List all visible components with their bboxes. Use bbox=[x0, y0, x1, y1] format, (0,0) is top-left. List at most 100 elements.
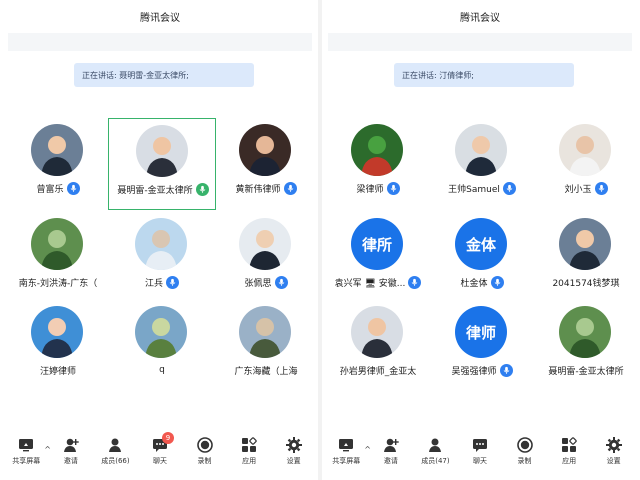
participant-name-row: 王帅Samuel bbox=[428, 180, 536, 196]
avatar bbox=[31, 306, 83, 358]
chat-label: 聊天 bbox=[152, 457, 167, 465]
chevron-up-icon[interactable]: ^ bbox=[364, 445, 371, 454]
apps-button[interactable]: 应用 bbox=[550, 432, 588, 472]
invite-label: 邀请 bbox=[383, 457, 398, 465]
participant-name-row: 2041574钱梦琪 bbox=[532, 274, 636, 290]
participant-tile[interactable]: 南东-刘洪涛-广东（ bbox=[4, 212, 112, 304]
chat-icon bbox=[471, 436, 489, 454]
participant-name-row: 黄新伟律师 bbox=[212, 180, 316, 196]
invite-label: 邀请 bbox=[63, 457, 78, 465]
avatar bbox=[559, 306, 611, 358]
chat-button[interactable]: 聊天 bbox=[461, 432, 499, 472]
record-label: 录制 bbox=[197, 457, 212, 465]
participant-name: 杜金体 bbox=[460, 278, 488, 289]
chat-button[interactable]: 聊天 9 bbox=[141, 432, 179, 472]
participant-tile[interactable]: 刘小玉 bbox=[532, 118, 636, 210]
record-button[interactable]: 录制 bbox=[506, 432, 544, 472]
settings-label: 设置 bbox=[286, 457, 301, 465]
meeting-window-right: 腾讯会议 正在讲话: 汀倩律师; 梁律师 王帅Samuel 刘小玉 律所 袁兴军 🖥 安… bbox=[324, 0, 636, 480]
participant-name: 2041574钱梦琪 bbox=[552, 278, 620, 289]
settings-label: 设置 bbox=[606, 457, 621, 465]
participant-tile[interactable]: 聂明雷-金亚太律所 bbox=[108, 118, 216, 210]
avatar bbox=[239, 124, 291, 176]
apps-button[interactable]: 应用 bbox=[230, 432, 268, 472]
participant-tile[interactable]: 律所袁兴军 🖥 安徽... bbox=[324, 212, 432, 304]
divider bbox=[318, 0, 322, 480]
participant-tile[interactable]: 曾富乐 bbox=[4, 118, 112, 210]
participant-tile[interactable]: 汪婷律师 bbox=[4, 300, 112, 392]
microphone-icon bbox=[283, 181, 297, 195]
participant-name-row: 孙岩男律师_金亚太 bbox=[324, 362, 432, 378]
settings-button[interactable]: 设置 bbox=[275, 432, 313, 472]
participant-name: 袁兴军 🖥 安徽... bbox=[334, 278, 406, 289]
participant-tile[interactable]: 梁律师 bbox=[324, 118, 432, 210]
avatar: 律师 bbox=[455, 306, 507, 358]
members-button[interactable]: 成员(66) bbox=[96, 432, 134, 472]
participant-tile[interactable]: 聂明雷-金亚太律所 bbox=[532, 300, 636, 392]
participant-name: 梁律师 bbox=[356, 184, 384, 195]
participant-tile[interactable]: 律师 吴强强律师 bbox=[428, 300, 536, 392]
share-screen-icon bbox=[17, 436, 35, 454]
chevron-up-icon[interactable]: ^ bbox=[44, 445, 51, 454]
participant-tile[interactable]: 王帅Samuel bbox=[428, 118, 536, 210]
record-icon bbox=[516, 436, 534, 454]
record-icon bbox=[196, 436, 214, 454]
members-label: 成员(47) bbox=[421, 457, 450, 465]
avatar bbox=[31, 218, 83, 270]
share-screen-button[interactable]: 共享屏幕 ^ bbox=[7, 432, 51, 472]
top-bar bbox=[8, 33, 312, 51]
avatar bbox=[559, 124, 611, 176]
participant-tile[interactable]: 江兵 bbox=[108, 212, 216, 304]
avatar: 金体 bbox=[455, 218, 507, 270]
participant-name: 江兵 bbox=[144, 278, 163, 289]
participant-name-row: q bbox=[108, 362, 216, 378]
participant-name: 聂明雷-金亚太律所 bbox=[117, 185, 193, 196]
participant-tile[interactable]: 黄新伟律师 bbox=[212, 118, 316, 210]
participant-tile[interactable]: 张佩思 bbox=[212, 212, 316, 304]
invite-button[interactable]: 邀请 bbox=[372, 432, 410, 472]
participant-name: 王帅Samuel bbox=[448, 184, 500, 195]
participant-tile[interactable]: 2041574钱梦琪 bbox=[532, 212, 636, 304]
participant-tile[interactable]: 广东海藏（上海 bbox=[212, 300, 316, 392]
members-button[interactable]: 成员(47) bbox=[416, 432, 454, 472]
top-bar bbox=[328, 33, 632, 51]
participant-name: 南东-刘洪涛-广东（ bbox=[18, 278, 98, 289]
record-button[interactable]: 录制 bbox=[186, 432, 224, 472]
members-icon bbox=[106, 436, 124, 454]
avatar: 律所 bbox=[351, 218, 403, 270]
record-label: 录制 bbox=[517, 457, 532, 465]
window-title: 腾讯会议 bbox=[4, 0, 316, 32]
participant-name: 广东海藏（上海 bbox=[234, 366, 298, 377]
settings-button[interactable]: 设置 bbox=[595, 432, 633, 472]
chat-label: 聊天 bbox=[472, 457, 487, 465]
invite-button[interactable]: 邀请 bbox=[52, 432, 90, 472]
share-screen-button[interactable]: 共享屏幕 ^ bbox=[327, 432, 371, 472]
microphone-icon bbox=[499, 363, 513, 377]
participant-name: 聂明雷-金亚太律所 bbox=[548, 366, 624, 377]
avatar bbox=[135, 218, 187, 270]
bottom-toolbar: 共享屏幕 ^ 邀请 成员(47) 聊天 录制 应用 设置 bbox=[324, 432, 636, 472]
participant-name-row: 聂明雷-金亚太律所 bbox=[109, 181, 217, 197]
participant-name-row: 曾富乐 bbox=[4, 180, 112, 196]
participant-name: 曾富乐 bbox=[36, 184, 64, 195]
participant-tile[interactable]: 金体杜金体 bbox=[428, 212, 536, 304]
apps-label: 应用 bbox=[562, 457, 577, 465]
speaking-indicator: 正在讲话: 汀倩律师; bbox=[394, 63, 574, 87]
microphone-icon bbox=[408, 275, 422, 289]
settings-icon bbox=[605, 436, 623, 454]
share-screen-icon bbox=[337, 436, 355, 454]
bottom-toolbar: 共享屏幕 ^ 邀请 成员(66) 聊天 9 录制 应用 设置 bbox=[4, 432, 316, 472]
avatar bbox=[239, 306, 291, 358]
participant-tile[interactable]: 孙岩男律师_金亚太 bbox=[324, 300, 432, 392]
participant-name-row: 梁律师 bbox=[324, 180, 432, 196]
participant-name-row: 江兵 bbox=[108, 274, 216, 290]
participant-name-row: 袁兴军 🖥 安徽... bbox=[324, 274, 432, 290]
unread-badge: 9 bbox=[161, 432, 174, 444]
participant-tile[interactable]: q bbox=[108, 300, 216, 392]
apps-icon bbox=[560, 436, 578, 454]
participant-name-row: 张佩思 bbox=[212, 274, 316, 290]
microphone-icon bbox=[166, 275, 179, 289]
members-icon bbox=[426, 436, 444, 454]
avatar bbox=[351, 124, 403, 176]
avatar bbox=[135, 306, 187, 358]
